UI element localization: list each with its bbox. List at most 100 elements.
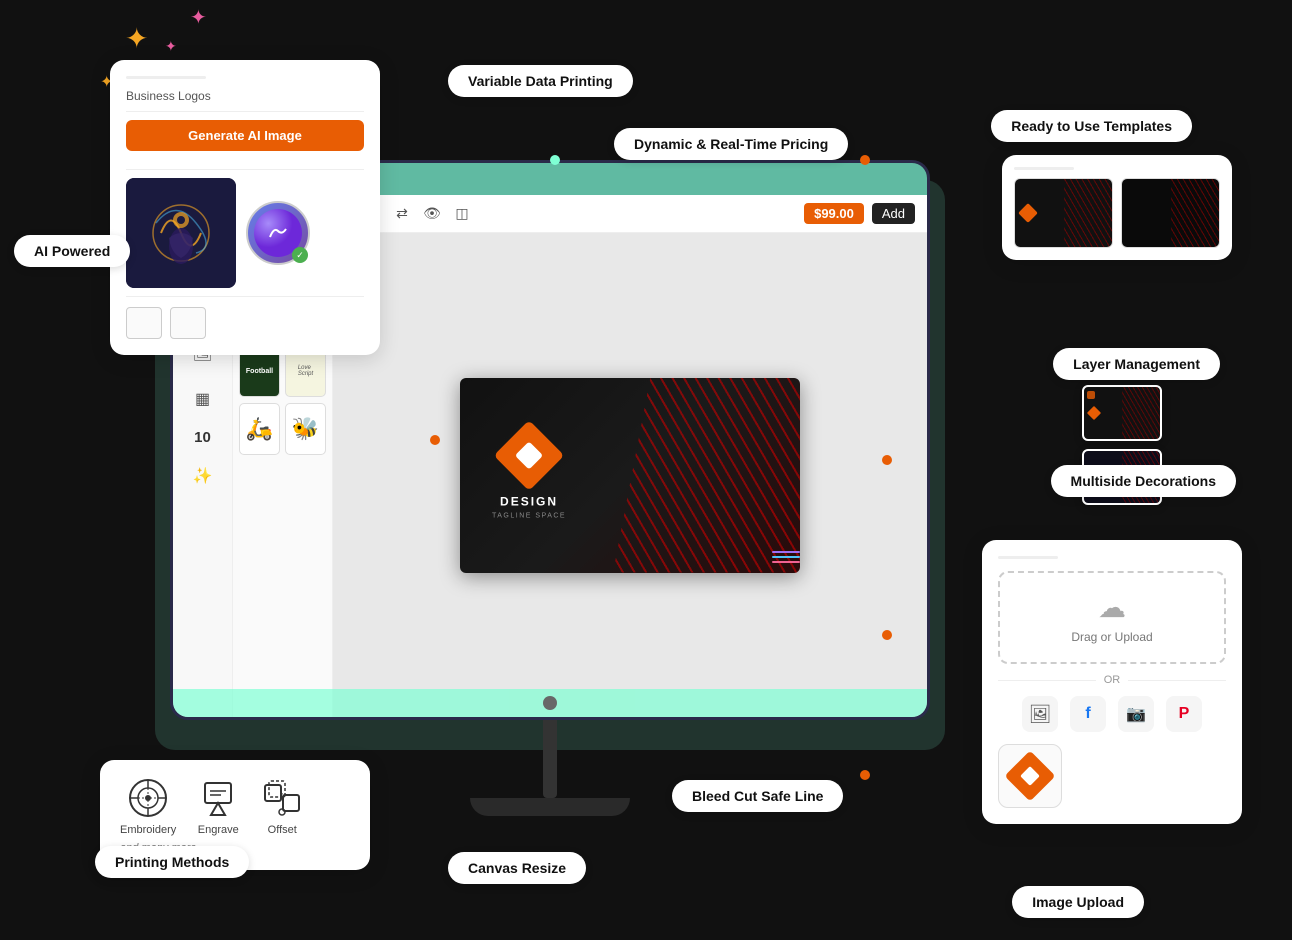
embroidery-label: Embroidery (120, 824, 176, 836)
template-card-1-logo (1018, 203, 1038, 223)
upload-drop-zone[interactable]: ☁ Drag or Upload (998, 571, 1226, 664)
template-thumb-scooter[interactable]: 🛵 (239, 403, 280, 455)
upload-panel-line (998, 556, 1058, 559)
canvas-tagline: TAGLINE SPACE (492, 513, 566, 520)
side-card-1-logo (1087, 406, 1101, 420)
printing-icons-row: Embroidery Engrave (120, 776, 350, 836)
multiside-label: Multiside Decorations (1071, 473, 1216, 489)
engrave-icon (196, 776, 240, 820)
sparkle-icon-1: ✦ (125, 22, 148, 55)
upload-or-line-right (1128, 680, 1226, 681)
canvas-logo-area: DESIGN TAGLINE SPACE (492, 431, 566, 520)
add-button[interactable]: Add (872, 203, 915, 224)
sidebar-number: 10 (194, 429, 211, 446)
ai-panel-divider-3 (126, 296, 364, 297)
printing-methods-pill: Printing Methods (95, 846, 249, 878)
layers-icon[interactable]: ◫ (451, 203, 473, 225)
upload-preview-inner (1020, 766, 1040, 786)
bleed-cut-label: Bleed Cut Safe Line (692, 788, 823, 804)
templates-panel (1002, 155, 1232, 260)
sparkle-icon-2: ✦ (190, 5, 207, 30)
ai-panel: Business Logos Generate AI Image (110, 60, 380, 355)
engrave-svg (197, 777, 239, 819)
upload-or-row: OR (998, 674, 1226, 686)
ai-panel-category-label: Business Logos (126, 89, 364, 103)
connector-dot-side-card (882, 455, 892, 465)
ai-circle-image-wrapper: ✓ (246, 201, 310, 265)
embroidery-item: Embroidery (120, 776, 176, 836)
ai-generated-image (126, 178, 236, 288)
share-icon[interactable]: ⇄ (391, 203, 413, 225)
instagram-icon[interactable]: 📷 (1118, 696, 1154, 732)
ai-panel-top-line (126, 76, 206, 79)
template-card-1[interactable] (1014, 178, 1113, 248)
embroidery-icon (126, 776, 170, 820)
ai-panel-divider-1 (126, 111, 364, 112)
embroidery-svg (127, 777, 169, 819)
canvas-design-card: DESIGN TAGLINE SPACE (460, 378, 800, 573)
ai-main-image (126, 178, 236, 288)
cloud-upload-icon: ☁ (1098, 591, 1126, 624)
offset-svg (261, 777, 303, 819)
layer-management-label: Layer Management (1073, 356, 1200, 372)
ai-image-row: ✓ (126, 178, 364, 288)
stand-base (470, 798, 630, 816)
monitor-knob (543, 696, 557, 710)
ai-shapes-row (126, 307, 364, 339)
template-thumb-bee[interactable]: 🐝 (285, 403, 326, 455)
connector-dot-ai (430, 435, 440, 445)
canvas-resize-pill: Canvas Resize (448, 852, 586, 884)
monitor-bottom-bar (173, 689, 927, 717)
connector-dot-pricing (860, 155, 870, 165)
image-upload-panel: ☁ Drag or Upload OR 🖼 f 📷 P (982, 540, 1242, 824)
upload-preview-logo (1005, 751, 1056, 802)
ai-shape-2[interactable] (170, 307, 206, 339)
engrave-label: Engrave (198, 824, 239, 836)
ai-powered-pill: AI Powered (14, 235, 130, 267)
offset-icon (260, 776, 304, 820)
variable-data-label: Variable Data Printing (468, 73, 613, 89)
dynamic-pricing-pill: Dynamic & Real-Time Pricing (614, 128, 848, 160)
upload-drop-text: Drag or Upload (1071, 630, 1152, 644)
upload-or-line-left (998, 680, 1096, 681)
pinterest-icon[interactable]: P (1166, 696, 1202, 732)
sparkle-icon-3: ✦ (165, 38, 177, 55)
upload-preview-box (998, 744, 1062, 808)
upload-or-text: OR (1104, 674, 1121, 686)
canvas-area[interactable]: DESIGN TAGLINE SPACE (333, 233, 927, 717)
upload-social-row: 🖼 f 📷 P (998, 696, 1226, 732)
google-photos-icon[interactable]: 🖼 (1022, 696, 1058, 732)
offset-item: Offset (260, 776, 304, 836)
connector-dot-upload (882, 630, 892, 640)
canvas-pattern (613, 378, 800, 573)
templates-panel-line (1014, 167, 1074, 170)
ai-shape-1[interactable] (126, 307, 162, 339)
engrave-item: Engrave (196, 776, 240, 836)
template-card-2[interactable] (1121, 178, 1220, 248)
preview-icon[interactable]: 👁 (421, 203, 443, 225)
layer-management-pill: Layer Management (1053, 348, 1220, 380)
connector-dot-teal-1 (550, 155, 560, 165)
templates-cards-row (1014, 178, 1220, 248)
ai-generate-button[interactable]: Generate AI Image (126, 120, 364, 151)
printing-methods-label: Printing Methods (115, 854, 229, 870)
template-card-1-pattern (1064, 179, 1113, 247)
facebook-icon[interactable]: f (1070, 696, 1106, 732)
image-upload-pill: Image Upload (1012, 886, 1144, 918)
sidebar-ai-icon[interactable]: ✨ (187, 460, 219, 492)
canvas-brand-name: DESIGN (500, 495, 558, 509)
price-display: $99.00 (804, 203, 864, 224)
bleed-cut-pill: Bleed Cut Safe Line (672, 780, 843, 812)
side-card-1-pattern (1122, 387, 1160, 439)
template-card-2-pattern (1171, 179, 1220, 247)
canvas-resize-label: Canvas Resize (468, 860, 566, 876)
connector-dot-bleed (860, 770, 870, 780)
template-grid-3: 🛵 🐝 (239, 403, 326, 455)
ready-templates-pill: Ready to Use Templates (991, 110, 1192, 142)
sidebar-table-icon[interactable]: ▦ (187, 383, 219, 415)
side-card-1[interactable] (1082, 385, 1162, 441)
image-upload-label: Image Upload (1032, 894, 1124, 910)
ai-checkmark-icon: ✓ (292, 247, 308, 263)
dynamic-pricing-label: Dynamic & Real-Time Pricing (634, 136, 828, 152)
stand-neck (543, 718, 557, 798)
